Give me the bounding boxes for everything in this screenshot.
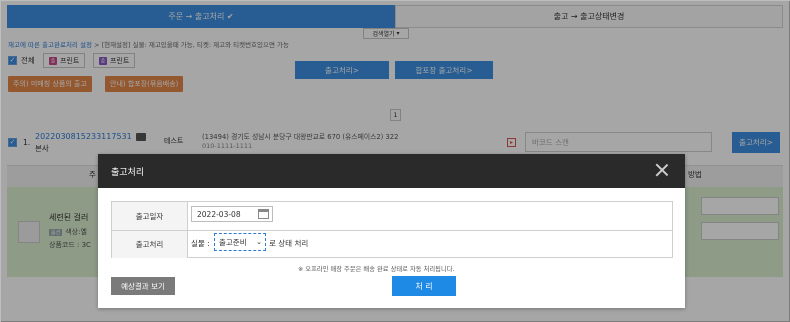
chevron-down-icon: ⌄ xyxy=(256,238,262,246)
status-select-value: 출고준비 xyxy=(219,237,247,247)
ship-process-modal: 출고처리 출고일자 출고처리 2022-03-08 실물 : 출고준비 ⌄ 로 … xyxy=(98,154,685,308)
ship-date-input[interactable]: 2022-03-08 xyxy=(191,206,273,222)
ship-date-value: 2022-03-08 xyxy=(197,209,241,219)
status-select[interactable]: 출고준비 ⌄ xyxy=(214,233,266,251)
calendar-icon[interactable] xyxy=(258,209,269,219)
ship-date-label: 출고일자 xyxy=(112,202,188,230)
modal-header: 출고처리 xyxy=(98,154,685,188)
status-suffix: 로 상태 처리 xyxy=(269,239,309,248)
modal-title: 출고처리 xyxy=(111,167,145,178)
ship-process-label: 출고처리 xyxy=(112,231,188,258)
window-frame: 주문 → 출고처리 ✔ 출고 → 출고상태변경 검색열기 ▾ 재고에 따른 출고… xyxy=(0,0,790,322)
preview-result-button[interactable]: 예상결과 보기 xyxy=(111,277,175,295)
process-button[interactable]: 처 리 xyxy=(392,276,456,296)
offline-notice: ※ 오프라인 매장 주문은 배송 완료 상태로 자동 처리됩니다. xyxy=(298,266,455,273)
physical-prefix: 실물 : xyxy=(191,239,210,248)
close-icon[interactable] xyxy=(655,163,669,177)
